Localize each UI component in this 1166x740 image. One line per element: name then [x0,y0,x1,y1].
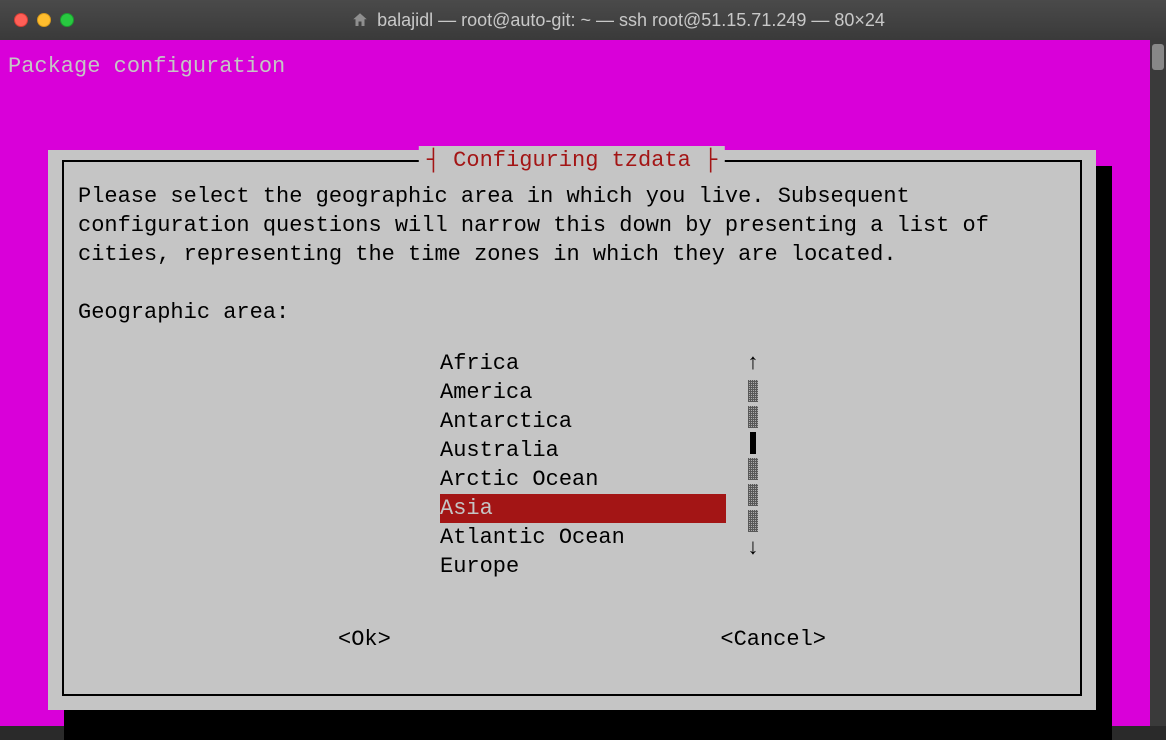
dialog-prompt: Geographic area: [78,298,1066,327]
list-item[interactable]: Australia [440,436,726,465]
window-title-area: balajidl — root@auto-git: ~ — ssh root@5… [84,10,1152,31]
traffic-lights [14,13,74,27]
dialog-title: ┤ Configuring tzdata ├ [419,146,725,175]
scroll-track [748,510,758,532]
window-scroll-thumb[interactable] [1152,44,1164,70]
window-scrollbar[interactable] [1150,40,1166,726]
list-item[interactable]: Africa [440,349,726,378]
geographic-area-list[interactable]: Africa America Antarctica Australia Arct… [78,349,1066,581]
list-item[interactable]: Antarctica [440,407,726,436]
dialog-frame: ┤ Configuring tzdata ├ Please select the… [62,160,1082,696]
minimize-window-button[interactable] [37,13,51,27]
dialog-buttons: <Ok> <Cancel> [78,625,1066,654]
maximize-window-button[interactable] [60,13,74,27]
scroll-down-icon[interactable]: ↓ [746,534,759,563]
list-item[interactable]: Atlantic Ocean [440,523,726,552]
package-config-header: Package configuration [8,48,1158,89]
ok-button[interactable]: <Ok> [338,625,391,654]
scroll-thumb[interactable] [750,432,756,454]
list-item[interactable]: Arctic Ocean [440,465,726,494]
cancel-button[interactable]: <Cancel> [720,625,826,654]
list-item[interactable]: America [440,378,726,407]
titlebar: balajidl — root@auto-git: ~ — ssh root@5… [0,0,1166,40]
dialog-body: Please select the geographic area in whi… [64,162,1080,591]
close-window-button[interactable] [14,13,28,27]
tzdata-dialog: ┤ Configuring tzdata ├ Please select the… [48,150,1096,710]
list-item-selected[interactable]: Asia [440,494,726,523]
list-item[interactable]: Europe [440,552,726,581]
terminal-window: balajidl — root@auto-git: ~ — ssh root@5… [0,0,1166,726]
dialog-title-text: Configuring tzdata [453,148,691,173]
home-icon [351,11,369,29]
scroll-track [748,484,758,506]
terminal-body[interactable]: Package configuration ┤ Configuring tzda… [0,40,1166,726]
scroll-up-icon[interactable]: ↑ [746,349,759,378]
scroll-track [748,380,758,402]
scroll-track [748,458,758,480]
list-column: Africa America Antarctica Australia Arct… [440,349,726,581]
scroll-track [748,406,758,428]
dialog-instruction: Please select the geographic area in whi… [78,182,1066,269]
list-scrollbar[interactable]: ↑ ↓ [746,349,760,563]
window-title: balajidl — root@auto-git: ~ — ssh root@5… [377,10,885,31]
